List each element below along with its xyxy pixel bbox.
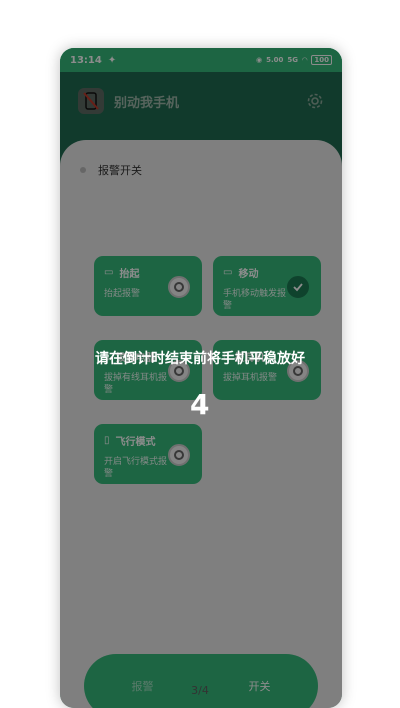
dim-overlay [60,48,342,708]
countdown-message: 请在倒计时结束前将手机平稳放好 [95,351,305,367]
countdown-number: 4 [190,388,210,421]
page-indicator: 3/4 [191,684,209,697]
